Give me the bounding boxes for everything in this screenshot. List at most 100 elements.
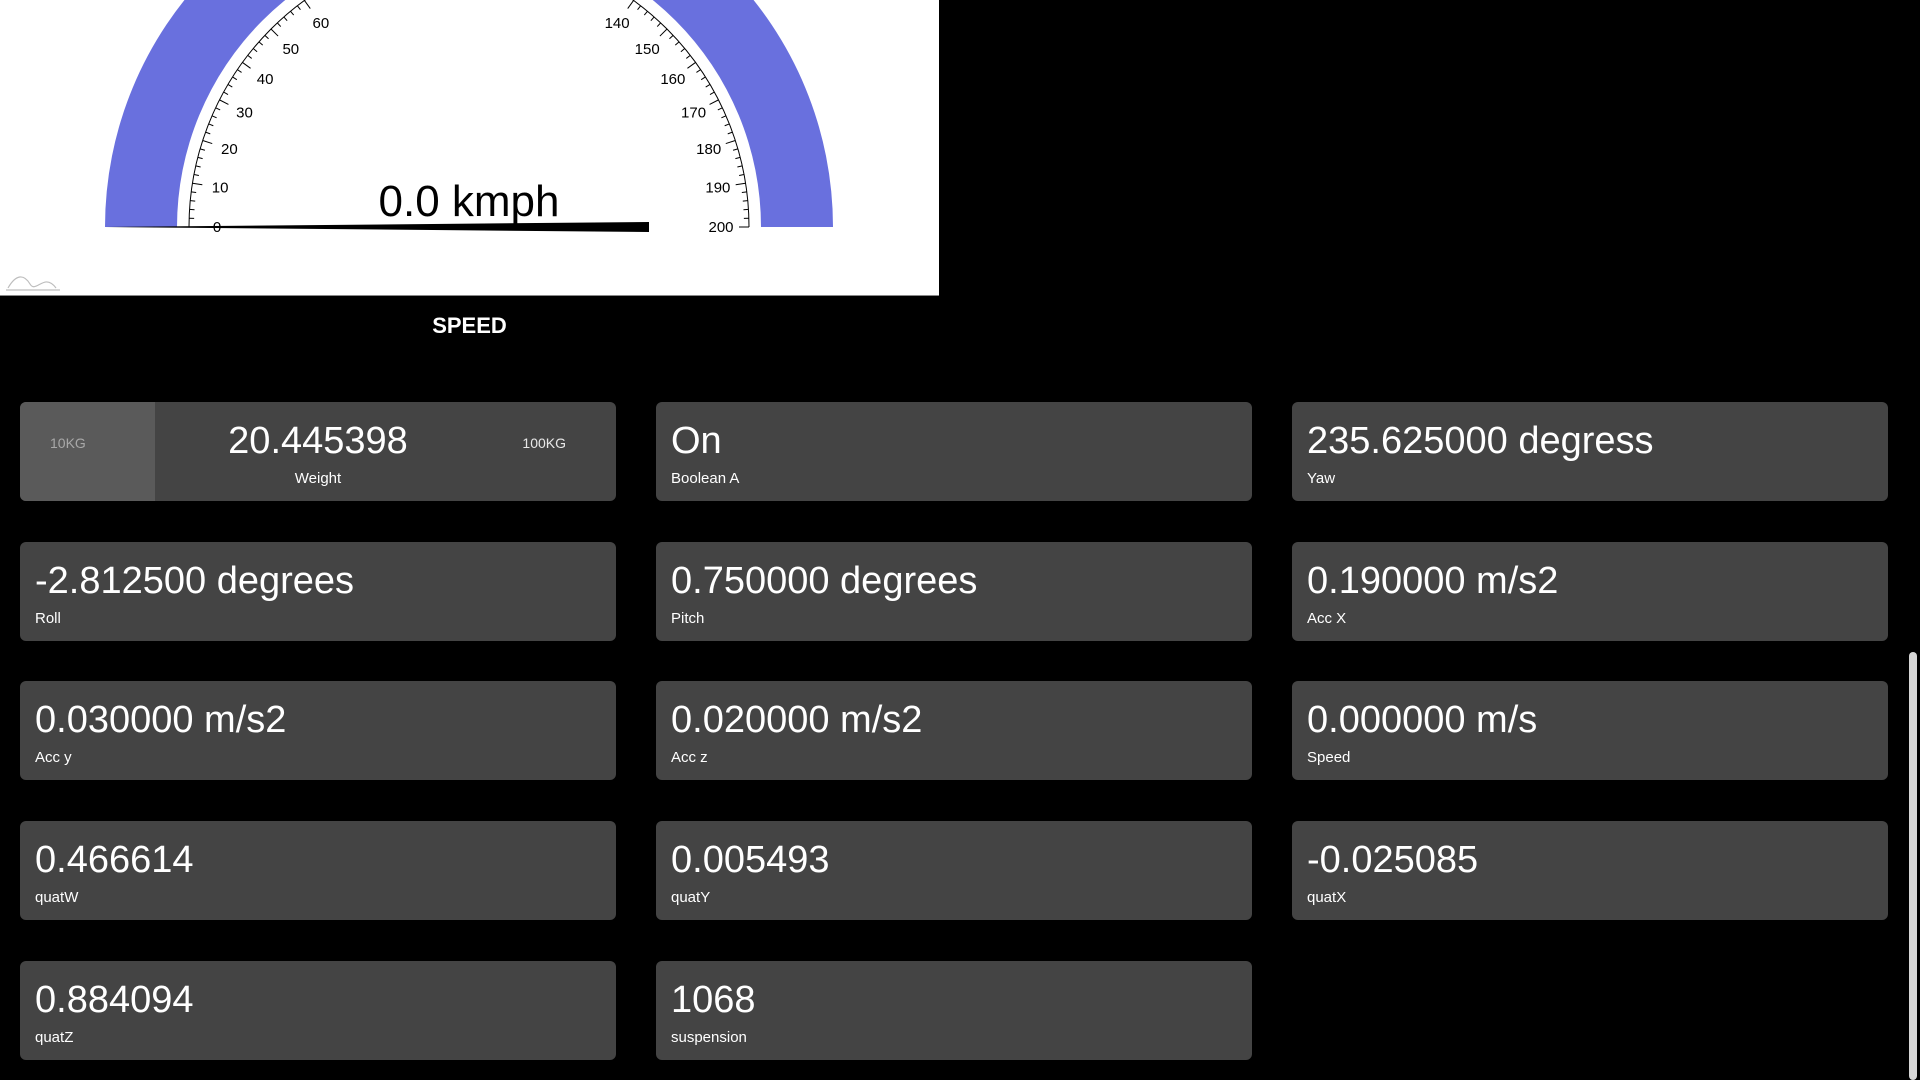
gauge-minor-tick [717,107,723,111]
gauge-minor-tick [237,69,242,73]
page-scrollbar[interactable] [1906,0,1920,1080]
gauge-minor-tick [656,22,662,27]
gauge-minor-tick [674,41,680,46]
quat-w-card: 0.466614 quatW [20,821,616,920]
gauge-tick-label: 20 [221,141,238,158]
suspension-label: suspension [671,1029,747,1046]
gauge-minor-tick [705,84,711,88]
gauge-major-tick [627,0,634,9]
gauge-minor-tick [735,156,741,160]
gauge-major-tick [219,99,229,105]
acc-y-label: Acc y [35,749,72,766]
gauge-minor-tick [650,16,655,22]
quat-z-card: 0.884094 quatZ [20,961,616,1060]
gauge-title: SPEED [432,313,507,338]
gauge-minor-tick [737,165,743,168]
gauge-minor-tick [211,115,217,119]
boolean-a-card: On Boolean A [656,402,1252,501]
acc-y-value: 0.030000 m/s2 [35,699,287,741]
pitch-value: 0.750000 degrees [671,560,978,602]
gauge-minor-tick [215,107,221,111]
quat-x-card: -0.025085 quatX [1292,821,1888,920]
gauge-minor-tick [727,131,733,135]
gauge-minor-tick [721,115,727,119]
gauge-major-tick [735,182,746,186]
gauge-minor-tick [227,84,233,88]
gauge-minor-tick [205,131,211,135]
quat-w-value: 0.466614 [35,839,194,881]
weight-card: 10KG 100KG 20.445398 Weight [20,402,616,501]
gauge-minor-tick [197,156,203,160]
gauge-minor-tick [296,5,301,11]
roll-value: -2.812500 degrees [35,560,355,602]
gauge-major-tick [192,182,203,186]
gauge-minor-tick [247,54,253,59]
gauge-tick-label: 170 [681,105,706,122]
gauge-minor-tick [700,76,706,81]
acc-z-card: 0.020000 m/s2 Acc z [656,681,1252,780]
speed-gauge: 01020304050601401501601701801902000.0 km… [6,0,833,291]
suspension-card: 1068 suspension [656,961,1252,1060]
roll-card: -2.812500 degrees Roll [20,542,616,641]
quat-w-label: quatW [35,889,79,906]
acc-x-label: Acc X [1307,610,1347,627]
gauge-minor-tick [191,191,197,194]
acc-z-value: 0.020000 m/s2 [671,699,923,741]
gauge-minor-tick [193,174,199,176]
gauge-major-tick [709,99,719,105]
speed-label: Speed [1307,749,1351,766]
pitch-label: Pitch [671,610,705,627]
gauge-minor-tick [283,16,288,22]
quat-z-value: 0.884094 [35,979,194,1021]
quat-y-label: quatY [671,889,711,906]
gauge-tick-label: 40 [257,71,274,88]
gauge-needle [105,222,649,232]
gauge-minor-tick [680,48,686,53]
gauge-tick-label: 10 [212,180,229,197]
gauge-minor-tick [252,48,258,53]
acc-y-card: 0.030000 m/s2 Acc y [20,681,616,780]
yaw-label: Yaw [1307,470,1336,487]
gauge-major-tick [725,139,736,145]
gauge-tick-label: 200 [708,219,733,236]
gauge-minor-tick [264,34,269,40]
gauge-minor-tick [637,5,642,11]
gauge-value-readout: 0.0 kmph [379,177,560,226]
gauge-tick-label: 50 [282,41,299,58]
chart-library-logo-icon [6,276,60,291]
gauge-major-tick [659,28,668,37]
suspension-value: 1068 [671,979,756,1021]
gauge-minor-tick [232,76,238,81]
gauge-minor-tick [258,41,264,46]
acc-x-card: 0.190000 m/s2 Acc X [1292,542,1888,641]
weight-value: 20.445398 [228,420,408,462]
speed-gauge-panel: 01020304050601401501601701801902000.0 km… [0,0,939,296]
boolean-a-value: On [671,420,722,462]
gauge-minor-tick [739,174,745,176]
gauge-tick-label: 140 [605,15,630,32]
gauge-minor-tick [208,123,214,127]
gauge-tick-label: 190 [705,180,730,197]
gauge-major-tick [270,28,279,37]
gauge-minor-tick [223,91,229,95]
gauge-minor-tick [276,22,282,27]
gauge-tick-label: 180 [696,141,721,158]
quat-z-label: quatZ [35,1029,74,1046]
gauge-major-tick [242,62,251,69]
acc-z-label: Acc z [671,749,708,766]
scrollbar-thumb[interactable] [1909,652,1917,1080]
gauge-major-tick [687,62,696,69]
gauge-minor-tick [732,148,739,151]
quat-y-card: 0.005493 quatY [656,821,1252,920]
gauge-minor-tick [195,165,201,168]
gauge-minor-tick [741,191,747,194]
gauge-tick-label: 30 [236,105,253,122]
weight-label: Weight [294,470,342,487]
gauge-minor-tick [290,10,295,16]
pitch-card: 0.750000 degrees Pitch [656,542,1252,641]
gauge-minor-tick [643,10,648,16]
gauge-minor-tick [685,54,691,59]
yaw-value: 235.625000 degress [1307,420,1654,462]
speed-value: 0.000000 m/s [1307,699,1538,741]
gauge-tick-label: 160 [660,71,685,88]
